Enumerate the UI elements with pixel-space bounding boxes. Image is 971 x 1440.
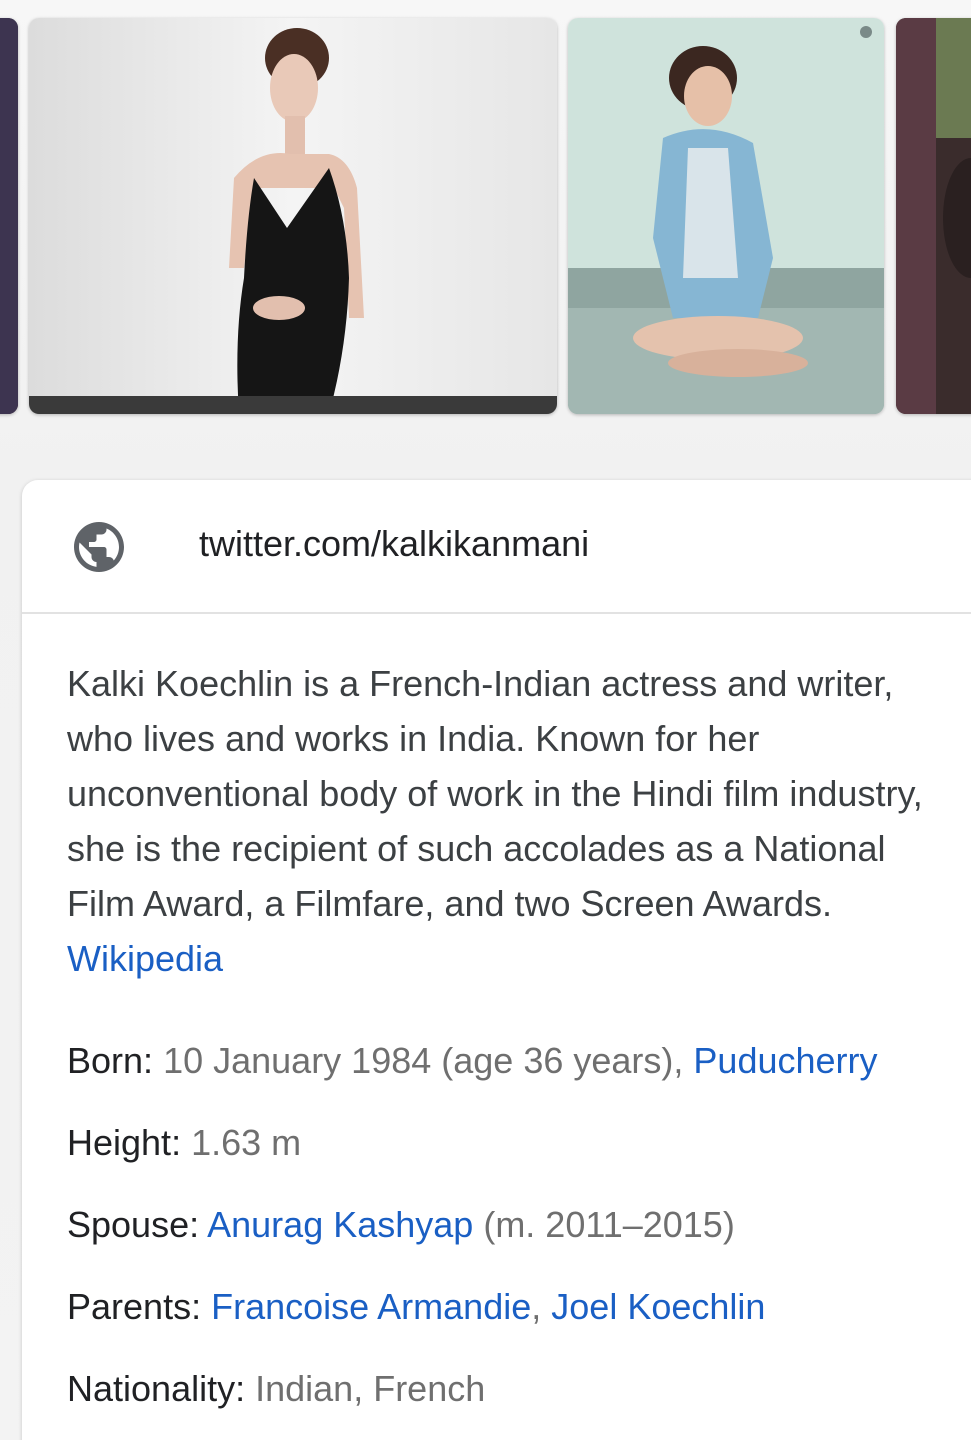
wikipedia-link[interactable]: Wikipedia [67,931,971,986]
description-line: unconventional body of work in the Hindi… [67,773,923,814]
fact-label-born: Born: [67,1040,154,1081]
description-line: Kalki Koechlin is a French-Indian actres… [67,663,894,704]
fact-value-born: 10 January 1984 (age 36 years), [163,1040,684,1081]
fact-value-height: 1.63 m [191,1122,302,1163]
image-thumbnail-woman-blue-cardigan[interactable] [568,18,884,414]
image-thumbnail-partial-right[interactable] [896,18,971,414]
fact-label-nationality: Nationality: [67,1368,246,1409]
description: Kalki Koechlin is a French-Indian actres… [67,656,971,986]
source-row[interactable]: twitter.com/kalkikanmani [22,480,971,614]
parent-link[interactable]: Joel Koechlin [551,1286,765,1327]
fact-label-parents: Parents: [67,1286,202,1327]
spouse-link[interactable]: Anurag Kashyap [207,1204,473,1245]
birthplace-link[interactable]: Puducherry [693,1040,877,1081]
knowledge-panel-card: twitter.com/kalkikanmani Kalki Koechlin … [22,480,971,1440]
fact-spouse: Spouse: Anurag Kashyap (m. 2011–2015) [67,1184,971,1266]
fact-value-nationality: Indian, French [255,1368,486,1409]
parent-link[interactable]: Francoise Armandie [211,1286,531,1327]
fact-born: Born: 10 January 1984 (age 36 years), Pu… [67,1020,971,1102]
parents-separator: , [531,1286,542,1327]
description-line: Film Award, a Filmfare, and two Screen A… [67,883,832,924]
image-thumbnail-partial-left[interactable] [0,18,18,414]
description-line: who lives and works in India. Known for … [67,718,760,759]
fact-label-height: Height: [67,1122,182,1163]
fact-label-spouse: Spouse: [67,1204,200,1245]
search-result-page: twitter.com/kalkikanmani Kalki Koechlin … [0,0,971,1440]
image-thumbnail-woman-black-dress[interactable] [29,18,557,414]
source-url[interactable]: twitter.com/kalkikanmani [199,523,589,565]
image-carousel[interactable] [0,0,971,440]
fact-height: Height: 1.63 m [67,1102,971,1184]
fact-value-spouse: (m. 2011–2015) [483,1204,735,1245]
fact-nationality: Nationality: Indian, French [67,1348,971,1430]
facts-list: Born: 10 January 1984 (age 36 years), Pu… [67,1020,971,1430]
fact-parents: Parents: Francoise Armandie, Joel Koechl… [67,1266,971,1348]
globe-icon [74,522,124,572]
description-line: she is the recipient of such accolades a… [67,828,886,869]
